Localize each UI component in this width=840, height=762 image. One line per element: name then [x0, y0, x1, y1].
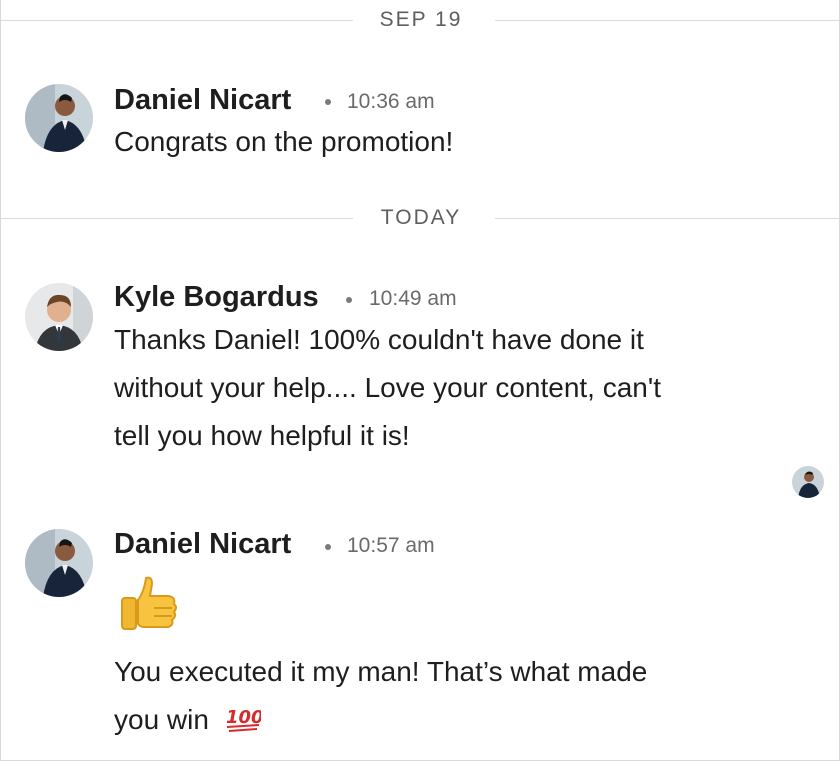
- person-photo-icon: [25, 283, 93, 351]
- message-line: You executed it my man! That’s what made: [114, 656, 648, 687]
- message-time: 10:49 am: [369, 287, 457, 310]
- separator-dot: [346, 297, 352, 303]
- message-text: You executed it my man! That’s what made…: [114, 648, 647, 744]
- message-line: Thanks Daniel! 100% couldn't have done i…: [114, 324, 644, 355]
- separator-dot: [325, 99, 331, 105]
- message-text: Thanks Daniel! 100% couldn't have done i…: [114, 316, 661, 460]
- message-time: 10:36 am: [347, 90, 435, 113]
- date-divider-sep19: SEP 19: [1, 5, 840, 35]
- date-divider-label: SEP 19: [379, 8, 463, 31]
- avatar-daniel[interactable]: [25, 84, 93, 152]
- message-line: you win 100: [114, 696, 647, 744]
- person-photo-icon: [25, 529, 93, 597]
- hundred-points-emoji: 100: [225, 700, 263, 732]
- avatar-daniel[interactable]: [25, 529, 93, 597]
- thumbs-up-emoji: [116, 572, 182, 638]
- message-line-text: you win: [114, 704, 209, 735]
- person-photo-icon: [25, 84, 93, 152]
- sender-name[interactable]: Kyle Bogardus: [114, 281, 319, 314]
- person-photo-icon: [792, 466, 824, 498]
- thumbs-up-icon: [121, 576, 177, 630]
- message-line: tell you how helpful it is!: [114, 420, 410, 451]
- sender-name[interactable]: Daniel Nicart: [114, 84, 291, 117]
- read-receipt-avatar: [792, 466, 824, 498]
- avatar-kyle[interactable]: [25, 283, 93, 351]
- date-divider-today: TODAY: [1, 203, 840, 233]
- message-time: 10:57 am: [347, 534, 435, 557]
- hundred-points-icon: 100: [226, 707, 263, 732]
- conversation-thread: SEP 19 Daniel Nicart 10:36 am Congrats o…: [0, 0, 840, 761]
- date-divider-label: TODAY: [380, 206, 462, 229]
- sender-name[interactable]: Daniel Nicart: [114, 528, 291, 561]
- message-line: without your help.... Love your content,…: [114, 372, 661, 403]
- separator-dot: [325, 544, 331, 550]
- message-text: Congrats on the promotion!: [114, 126, 454, 157]
